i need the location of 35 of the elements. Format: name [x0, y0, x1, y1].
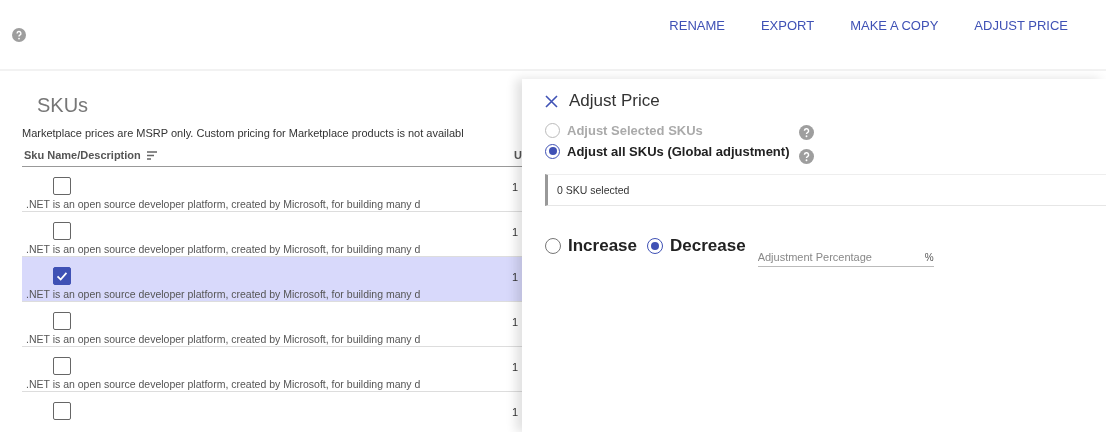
close-icon[interactable] [545, 94, 558, 108]
row-checkbox[interactable] [53, 312, 71, 330]
selection-info: 0 SKU selected [545, 174, 1106, 206]
help-icon[interactable] [799, 125, 815, 140]
notice-text: Marketplace prices are MSRP only. Custom pricing for Marketplace products is not availabl [22, 127, 465, 139]
sku-description: .NET is an open source developer platform, created by Microsoft, for building many d [25, 333, 421, 345]
direction-radio[interactable]: Decrease [647, 236, 746, 256]
column-header[interactable]: Sku Name/Description [22, 149, 141, 161]
row-checkbox[interactable] [53, 357, 71, 375]
sku-description: .NET is an open source developer platform, created by Microsoft, for building many d [25, 378, 421, 390]
toolbar-action-button[interactable]: MAKE A COPY [836, 12, 953, 39]
sort-icon[interactable] [145, 150, 158, 160]
row-checkbox[interactable] [53, 267, 71, 285]
sku-description: .NET is an open source developer platform, created by Microsoft, for building many d [25, 243, 421, 255]
sku-description: .NET is an open source developer platform, created by Microsoft, for building many d [25, 198, 421, 210]
toolbar-action-button[interactable]: ADJUST PRICE [960, 12, 1082, 39]
sku-description: .NET is an open source developer platform, created by Microsoft, for building many d [25, 288, 421, 300]
table-cell-text: 1 [512, 405, 520, 420]
direction-radio[interactable]: Increase [545, 236, 637, 256]
help-icon[interactable] [12, 27, 26, 42]
table-cell-text: 1 [512, 225, 520, 240]
table-cell-text: 1 [512, 360, 520, 375]
help-icon[interactable] [799, 149, 815, 164]
scope-radio[interactable]: Adjust all SKUs (Global adjustment) [545, 143, 790, 159]
row-checkbox[interactable] [53, 402, 71, 420]
table-cell-text: 1 [512, 315, 520, 330]
row-checkbox[interactable] [53, 222, 71, 240]
toolbar-action-button[interactable]: RENAME [655, 12, 739, 39]
column-header[interactable]: U [512, 149, 522, 161]
toolbar-action-button[interactable]: EXPORT [746, 12, 829, 39]
section-title: SKUs [36, 94, 90, 117]
table-cell-text: 1 [512, 180, 520, 195]
row-checkbox[interactable] [53, 177, 71, 195]
table-cell-text: 1 [512, 270, 520, 285]
panel-title: Adjust Price [569, 91, 660, 111]
